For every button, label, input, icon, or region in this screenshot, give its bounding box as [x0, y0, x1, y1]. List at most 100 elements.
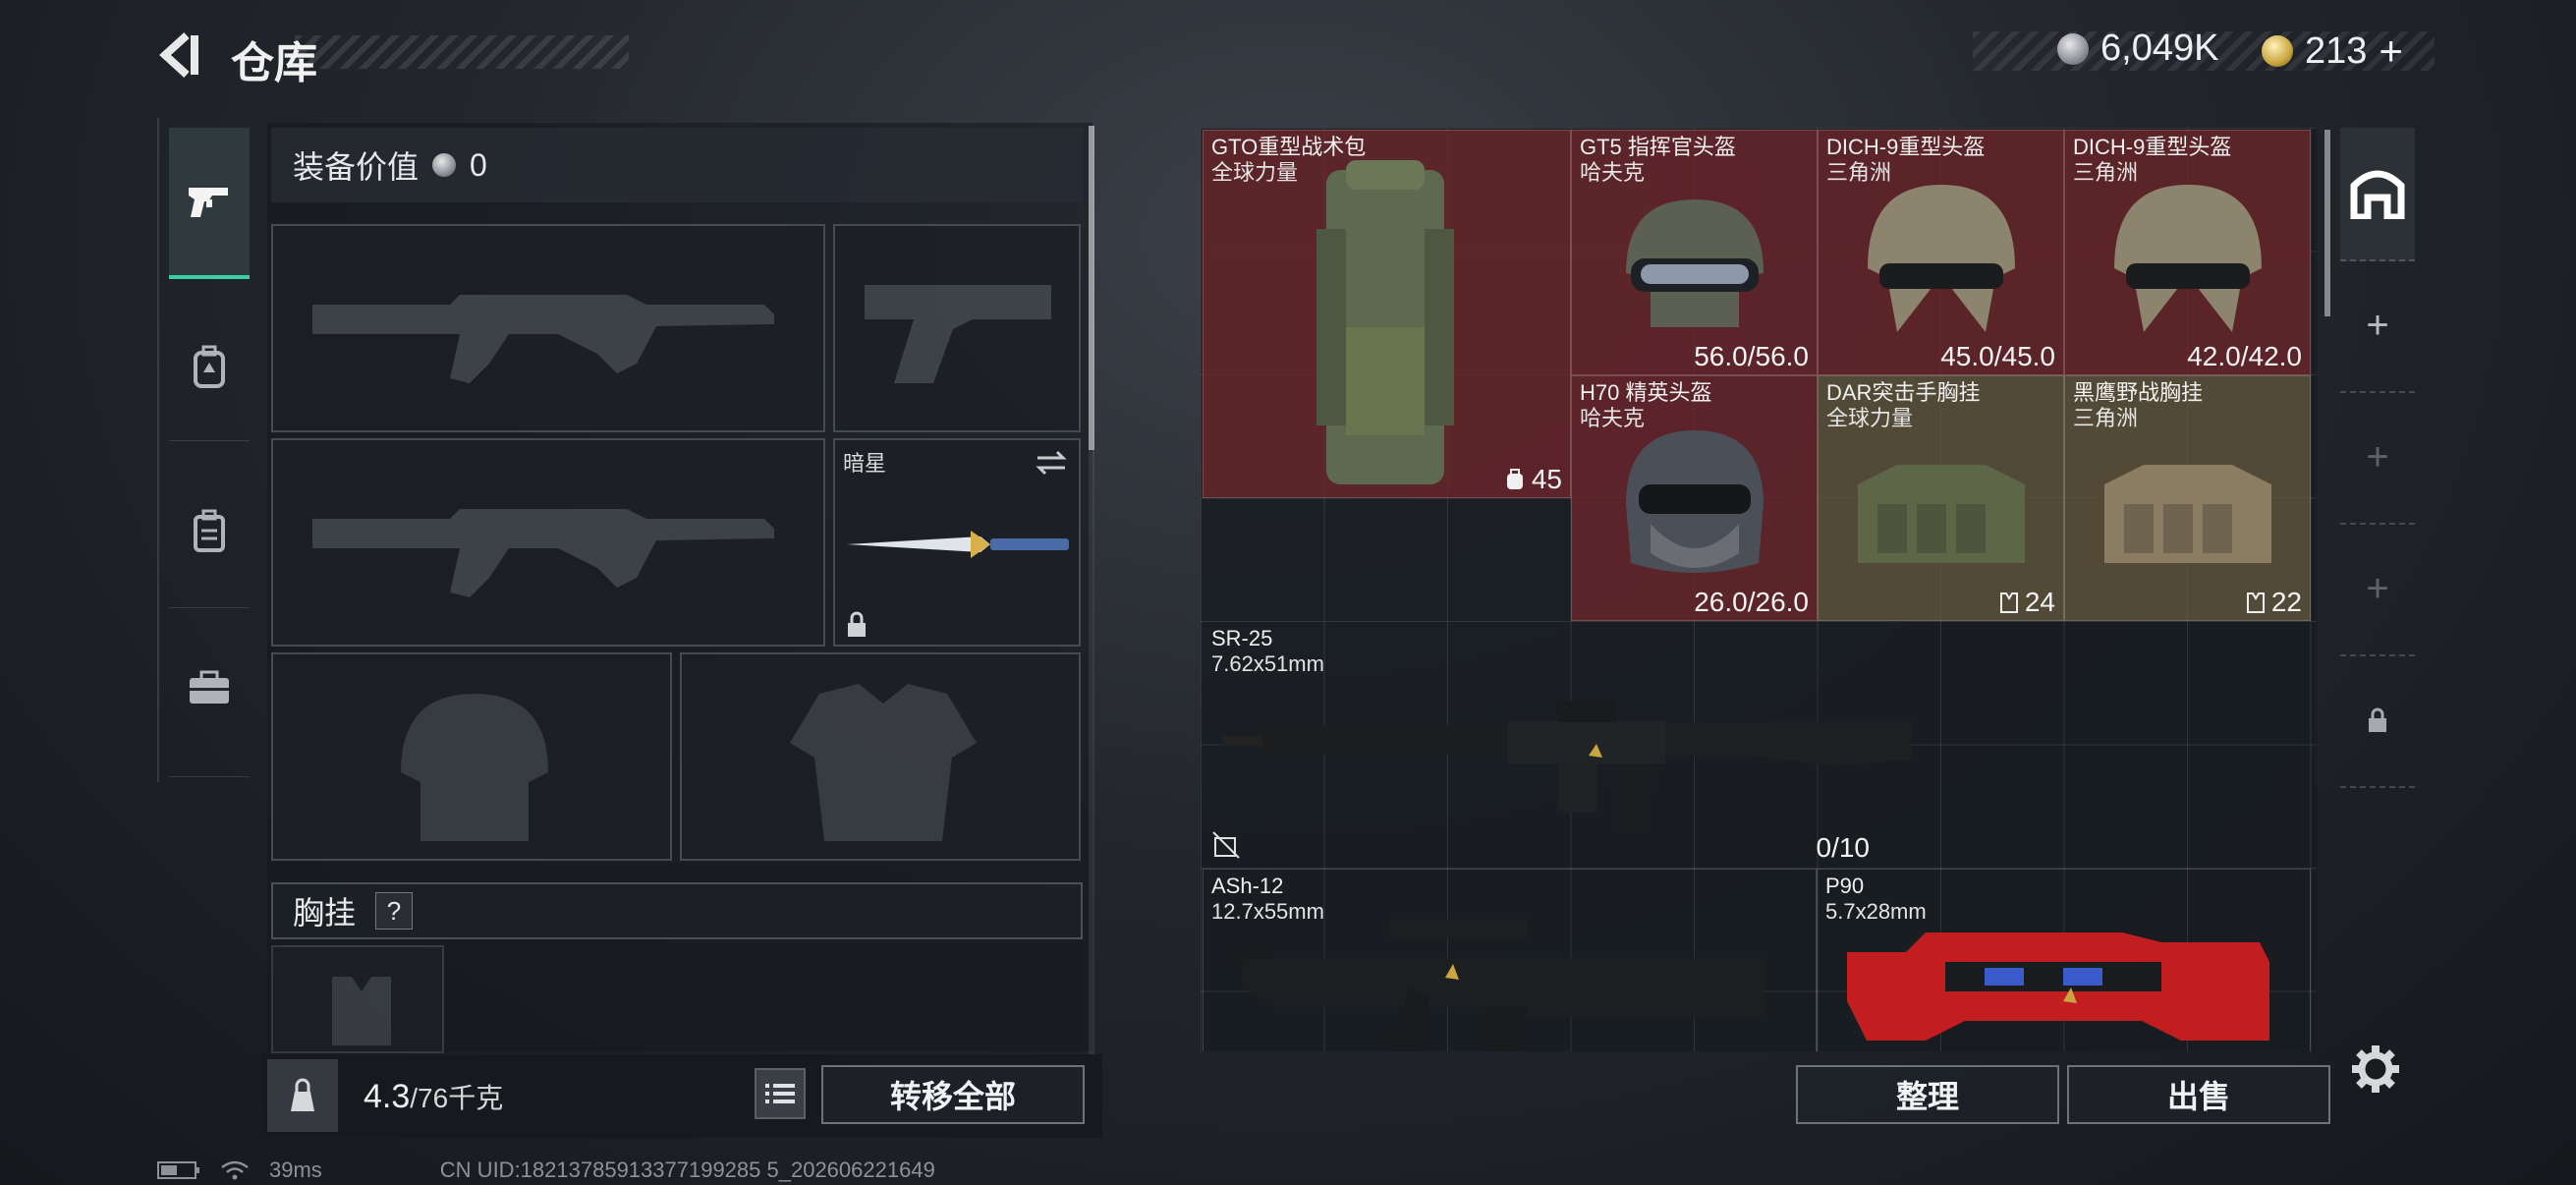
silver-coin-icon [2057, 32, 2089, 65]
uid-text: CN UID:18213785913377199285 5_2026062216… [439, 1157, 935, 1182]
sell-button[interactable]: 出售 [2067, 1065, 2330, 1124]
item-p90-smg[interactable]: P90 5.7x28mm [1817, 869, 2311, 1051]
item-blackhawk-chest-rig[interactable]: 黑鹰野战胸挂 三角洲 22 [2064, 375, 2311, 621]
item-gt5-helmet[interactable]: GT5 指挥官头盔 哈夫克 56.0/56.0 [1571, 130, 1818, 375]
rifle-art [1233, 919, 1764, 1051]
item-faction: 全球力量 [1826, 406, 1914, 430]
backpack-art [1316, 160, 1454, 484]
pistol-silhouette-icon [865, 285, 1051, 383]
lock-icon [848, 611, 866, 637]
storage-tab-add[interactable]: + [2340, 259, 2415, 393]
chest-rig-art [2104, 465, 2271, 563]
title-decoration [295, 35, 629, 69]
pistol-slot[interactable] [833, 224, 1081, 432]
secondary-weapon-slot[interactable] [271, 438, 825, 647]
melee-name: 暗星 [843, 451, 887, 476]
armor-slot[interactable] [680, 652, 1081, 861]
chest-rig-slot[interactable] [271, 945, 444, 1053]
item-sr25-rifle[interactable]: SR-25 7.62x51mm 0/10 [1203, 621, 1939, 867]
item-dar-chest-rig[interactable]: DAR突击手胸挂 全球力量 24 [1818, 375, 2064, 621]
item-faction: 三角洲 [2073, 406, 2139, 430]
armor-silhouette-icon [790, 684, 977, 841]
melee-slot[interactable]: 暗星 [833, 438, 1081, 647]
item-faction: 全球力量 [1211, 160, 1299, 185]
weight-readout: 4.3/76千克 [364, 1077, 503, 1116]
help-icon[interactable]: ? [375, 892, 414, 930]
helmet-art [1868, 185, 2015, 332]
plus-icon: + [2366, 303, 2389, 347]
chest-rig-header: 胸挂 ? [271, 882, 1083, 939]
item-dich9-helmet[interactable]: DICH-9重型头盔 三角洲 45.0/45.0 [1818, 130, 2064, 375]
backpack-icon [194, 509, 225, 552]
toolbox-icon [190, 670, 229, 704]
sort-button[interactable]: 整理 [1796, 1065, 2059, 1124]
left-nav [157, 118, 259, 782]
ping: 39ms [269, 1157, 322, 1182]
primary-weapon-slot[interactable] [271, 224, 825, 432]
left-scrollbar-thumb[interactable] [1089, 126, 1094, 450]
gear-icon [2352, 1045, 2399, 1093]
storage-tab-main[interactable] [2340, 128, 2415, 261]
nav-backpack[interactable] [169, 457, 250, 604]
page-title: 仓库 [231, 39, 317, 87]
stash-grid: GTO重型战术包 全球力量 45 GT5 指挥官头盔 哈夫克 56.0/56.0… [1201, 128, 2317, 1051]
list-icon [765, 1084, 795, 1103]
grid-scrollbar-thumb[interactable] [2324, 130, 2330, 316]
swap-icon[interactable] [1034, 448, 1069, 478]
weight-icon [267, 1059, 338, 1132]
knife-icon [847, 531, 1069, 558]
backpack-small-icon [1506, 469, 1523, 489]
gold-add[interactable]: + [2379, 28, 2403, 75]
chest-rig-label: 胸挂 [293, 895, 357, 931]
smg-art [1847, 932, 2269, 1041]
rifle-art [1223, 701, 1911, 828]
item-ash12-rifle[interactable]: ASh-12 12.7x55mm [1203, 869, 1817, 1051]
currency-gold[interactable]: 213 + [2262, 28, 2403, 75]
helmet-art [2114, 185, 2262, 332]
item-capacity-value: 45 [1531, 464, 1562, 494]
helmet-slot[interactable] [271, 652, 672, 861]
silver-amount: 6,049K [2100, 28, 2219, 69]
plus-icon: + [2366, 566, 2389, 610]
equipment-value-bar: 装备价值 0 [271, 128, 1083, 202]
item-durability: 26.0/26.0 [1694, 587, 1809, 617]
silver-coin-icon [432, 153, 457, 177]
nav-tools[interactable] [169, 614, 250, 762]
nav-weapons[interactable] [169, 128, 250, 279]
gold-amount: 213 [2305, 29, 2368, 72]
lock-icon [2369, 707, 2386, 732]
storage-tab-add[interactable]: + [2340, 391, 2415, 525]
item-durability: 56.0/56.0 [1694, 341, 1809, 371]
list-view-button[interactable] [755, 1068, 806, 1119]
storage-tab-add[interactable]: + [2340, 523, 2415, 656]
item-capacity: 24 [1999, 587, 2055, 618]
item-h70-helmet[interactable]: H70 精英头盔 哈夫克 26.0/26.0 [1571, 375, 1818, 621]
vest-silhouette-icon [332, 977, 391, 1045]
nav-secure-case[interactable] [169, 293, 250, 440]
backpack-lock-icon [194, 345, 225, 388]
transfer-all-button[interactable]: 转移全部 [821, 1065, 1085, 1124]
item-name: 黑鹰野战胸挂 [2073, 380, 2204, 405]
back-button[interactable] [157, 29, 206, 81]
item-gto-backpack[interactable]: GTO重型战术包 全球力量 45 [1203, 130, 1571, 498]
gold-coin-icon [2262, 35, 2293, 67]
weight-current: 4.3 [364, 1078, 411, 1115]
pistol-icon [189, 188, 228, 217]
item-name: DAR突击手胸挂 [1826, 380, 1981, 405]
equipment-value-label: 装备价值 [293, 149, 420, 185]
wifi-icon [221, 1160, 249, 1180]
settings-button[interactable] [2350, 1044, 2401, 1095]
item-name: SR-25 [1211, 626, 1273, 650]
warehouse-icon [2350, 170, 2405, 219]
item-durability: 42.0/42.0 [2187, 341, 2302, 371]
equipment-value: 0 [470, 146, 487, 183]
storage-tabs: + + + [2340, 128, 2415, 796]
vest-small-icon [2246, 592, 2265, 613]
item-name: DICH-9重型头盔 [2073, 135, 2232, 159]
currency-silver[interactable]: 6,049K [2057, 28, 2218, 70]
rifle-silhouette-icon [312, 509, 774, 597]
plus-icon: + [2366, 434, 2389, 479]
storage-tab-locked[interactable] [2340, 654, 2415, 788]
item-ammo: 0/10 [1816, 832, 1871, 863]
item-dich9-helmet[interactable]: DICH-9重型头盔 三角洲 42.0/42.0 [2064, 130, 2311, 375]
